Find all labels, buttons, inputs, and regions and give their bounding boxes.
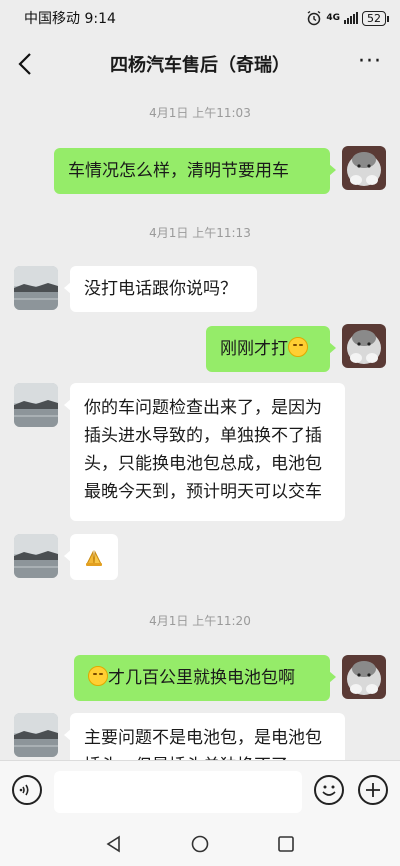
network-type: 4G (326, 13, 340, 23)
my-avatar[interactable] (342, 146, 386, 190)
message-bubble-outgoing[interactable]: 刚刚才打 (206, 326, 336, 372)
message-text: 车情况怎么样，清明节要用车 (68, 161, 289, 181)
timestamp: 4月1日 上午11:20 (149, 614, 251, 628)
message-text: 主要问题不是电池包，是电池包插头，但是插头单独换不了 (84, 728, 322, 760)
timestamp: 4月1日 上午11:03 (149, 106, 251, 120)
carrier-time: 中国移动 9:14 (24, 11, 116, 27)
emoji-icon[interactable] (314, 775, 344, 805)
message-text: 才几百公里就换电池包啊 (108, 668, 295, 688)
status-bar: 中国移动 9:14 4G 52 (0, 0, 400, 36)
my-avatar[interactable] (342, 324, 386, 368)
battery-icon: 52 (362, 10, 389, 26)
message-text: 没打电话跟你说吗？ (84, 279, 237, 299)
input-bar (0, 760, 400, 823)
message-bubble-incoming[interactable]: 主要问题不是电池包，是电池包插头，但是插头单独换不了 (64, 713, 345, 760)
message-text: 你的车问题检查出来了，是因为插头进水导致的，单独换不了插头，只能换电池包总成，电… (84, 398, 322, 502)
alarm-icon (307, 10, 321, 26)
home-circle-icon[interactable] (190, 834, 210, 854)
status-icons: 4G 52 (306, 10, 389, 26)
message-bubble-outgoing[interactable]: 才几百公里就换电池包啊 (74, 655, 336, 701)
folded-hands-emoji-icon (86, 550, 102, 566)
battery-level: 52 (367, 11, 381, 25)
plus-icon[interactable] (358, 775, 388, 805)
message-bubble-incoming[interactable]: 你的车问题检查出来了，是因为插头进水导致的，单独换不了插头，只能换电池包总成，电… (64, 383, 345, 521)
more-dots-icon[interactable]: ··· (358, 51, 382, 73)
recents-square-icon[interactable] (276, 834, 296, 854)
my-avatar[interactable] (342, 655, 386, 699)
voice-icon[interactable] (12, 775, 42, 805)
chat-title[interactable]: 四杨汽车售后（奇瑞） (110, 51, 290, 77)
signal-icon (344, 12, 358, 24)
contact-avatar[interactable] (14, 713, 58, 757)
chat-header: 四杨汽车售后（奇瑞） ··· (0, 36, 400, 92)
back-triangle-icon[interactable] (104, 834, 124, 854)
contact-avatar[interactable] (14, 266, 58, 310)
contact-avatar[interactable] (14, 383, 58, 427)
timestamp: 4月1日 上午11:13 (149, 226, 251, 240)
contact-avatar[interactable] (14, 534, 58, 578)
chevron-left-icon[interactable] (14, 50, 38, 78)
message-list[interactable]: 4月1日 上午11:03 车情况怎么样，清明节要用车 4月1日 上午11:13 … (0, 92, 400, 760)
message-bubble-incoming[interactable]: 没打电话跟你说吗？ (64, 266, 257, 312)
system-nav-bar (0, 822, 400, 866)
laugh-cry-emoji-icon (88, 666, 108, 686)
message-bubble-incoming[interactable] (64, 534, 118, 580)
laugh-cry-emoji-icon (288, 337, 308, 357)
message-input[interactable] (54, 771, 302, 813)
message-text: 刚刚才打 (220, 339, 288, 359)
message-bubble-outgoing[interactable]: 车情况怎么样，清明节要用车 (54, 148, 336, 194)
